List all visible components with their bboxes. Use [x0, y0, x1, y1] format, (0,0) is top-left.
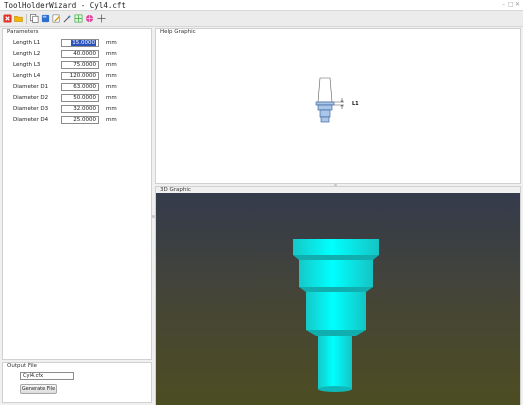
- parameter-value: 75.0000: [73, 62, 96, 68]
- parameter-value: 40.0000: [73, 51, 96, 57]
- parameter-unit: mm: [106, 106, 117, 112]
- parameter-row: Length L4 120.0000 mm: [3, 72, 153, 81]
- parameter-row: Length L3 75.0000 mm: [3, 61, 153, 70]
- parameter-label: Length L3: [13, 62, 41, 68]
- crosshair-icon[interactable]: [97, 14, 106, 23]
- parameter-value-input[interactable]: 63.0000: [61, 83, 99, 91]
- pencil-icon[interactable]: [52, 14, 61, 23]
- 3d-viewport[interactable]: [156, 193, 520, 405]
- output-filename-input[interactable]: Cyl4.cfx: [20, 372, 74, 380]
- globe-icon[interactable]: [85, 14, 94, 23]
- magic-wand-icon[interactable]: [63, 14, 72, 23]
- parameter-value-input[interactable]: 75.0000: [61, 61, 99, 69]
- minimize-icon[interactable]: –: [502, 1, 505, 8]
- parameter-unit: mm: [106, 62, 117, 68]
- dimension-label: L1: [352, 101, 359, 107]
- copy-icon[interactable]: [30, 14, 39, 23]
- parameter-value: 15.0000: [71, 40, 96, 46]
- parameters-panel: Parameters Length L1 15.0000 mm Length L2 40…: [2, 28, 152, 360]
- parameter-value-input[interactable]: 25.0000: [61, 116, 99, 124]
- parameter-unit: mm: [106, 95, 117, 101]
- parameter-value-input[interactable]: 50.0000: [61, 94, 99, 102]
- parameter-value: 63.0000: [73, 84, 96, 90]
- parameter-row: Length L1 15.0000 mm: [3, 39, 153, 48]
- parameter-label: Diameter D1: [13, 84, 49, 90]
- parameter-row: Diameter D2 50.0000 mm: [3, 94, 153, 103]
- parameter-unit: mm: [106, 117, 117, 123]
- grid-icon[interactable]: [74, 14, 83, 23]
- parameter-value-input[interactable]: 120.0000: [61, 72, 99, 80]
- window-title: ToolHolderWizard - Cyl4.cft: [4, 1, 126, 10]
- parameter-row: Diameter D4 25.0000 mm: [3, 116, 153, 125]
- open-folder-icon[interactable]: [14, 14, 23, 23]
- parameter-row: Diameter D3 32.0000 mm: [3, 105, 153, 114]
- output-file-title: Output File: [7, 363, 38, 369]
- maximize-icon[interactable]: □: [508, 1, 514, 8]
- parameter-unit: mm: [106, 40, 117, 46]
- parameter-unit: mm: [106, 51, 117, 57]
- tool-holder-sketch: [315, 77, 344, 123]
- parameter-unit: mm: [106, 73, 117, 79]
- parameter-value-input[interactable]: 32.0000: [61, 105, 99, 113]
- parameter-value: 120.0000: [69, 73, 96, 79]
- parameter-label: Length L1: [13, 40, 41, 46]
- parameter-label: Length L4: [13, 73, 41, 79]
- parameter-row: Length L2 40.0000 mm: [3, 50, 153, 59]
- parameter-unit: mm: [106, 84, 117, 90]
- parameter-label: Diameter D2: [13, 95, 49, 101]
- generate-file-button[interactable]: Generate File: [20, 384, 57, 394]
- parameters-title: Parameters: [7, 29, 39, 35]
- close-red-icon[interactable]: [3, 14, 12, 23]
- parameter-label: Diameter D4: [13, 117, 49, 123]
- parameter-value: 32.0000: [73, 106, 96, 112]
- parameter-row: Diameter D1 63.0000 mm: [3, 83, 153, 92]
- book-icon[interactable]: [41, 14, 50, 23]
- title-bar: ToolHolderWizard - Cyl4.cft – □ ✕: [0, 0, 523, 11]
- help-graphic-title: Help Graphic: [160, 29, 196, 35]
- parameter-value: 25.0000: [73, 117, 96, 123]
- toolbar: [0, 11, 523, 27]
- help-graphic-panel: Help Graphic L1: [155, 28, 521, 184]
- parameter-value-input[interactable]: 40.0000: [61, 50, 99, 58]
- parameter-label: Length L2: [13, 51, 41, 57]
- output-file-panel: Output File: [2, 362, 152, 403]
- parameter-value: 50.0000: [73, 95, 96, 101]
- parameter-label: Diameter D3: [13, 106, 49, 112]
- graphic-3d-panel: 3D Graphic: [155, 186, 521, 405]
- toolbar-separator: [26, 14, 27, 24]
- parameter-value-input[interactable]: 15.0000: [61, 39, 99, 47]
- close-icon[interactable]: ✕: [515, 1, 520, 8]
